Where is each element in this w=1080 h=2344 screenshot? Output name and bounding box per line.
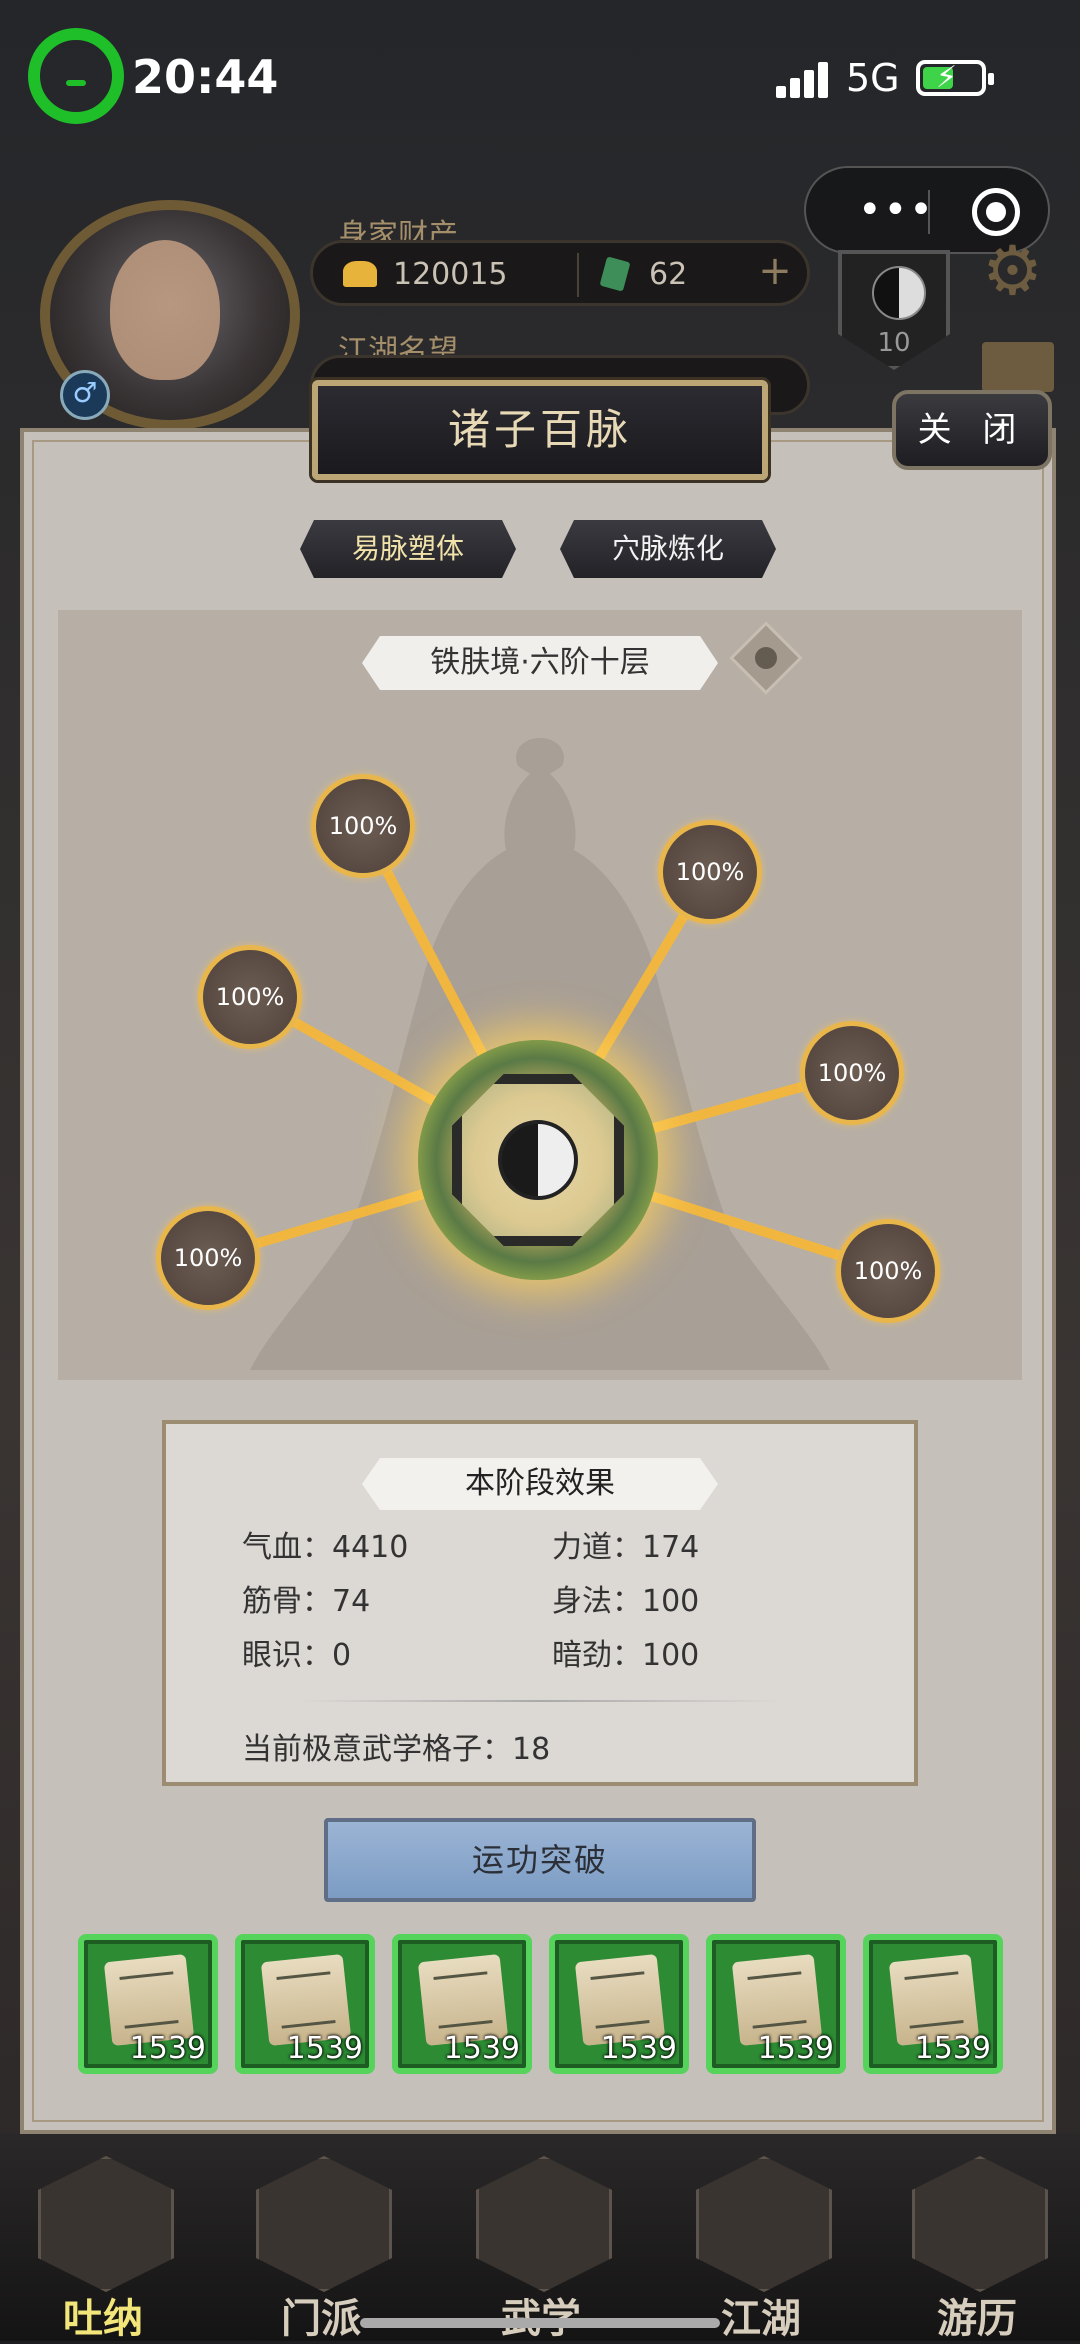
scroll-item[interactable]: 1539 [235, 1934, 375, 2074]
nav-sect[interactable]: 门派 [246, 2146, 396, 2342]
stat-qixue: 气血：4410 [242, 1530, 409, 1565]
panel-title-plate: 诸子百脉 [312, 380, 768, 480]
stat-jingu: 筋骨：74 [242, 1584, 371, 1619]
mail-icon[interactable] [982, 342, 1054, 392]
tab-body-remold[interactable]: 易脉塑体 [300, 520, 516, 578]
bagua-orb[interactable] [418, 1040, 658, 1280]
taiji-icon [872, 266, 926, 320]
close-button[interactable]: 关 闭 [892, 390, 1052, 470]
meridian-node[interactable]: 100% [658, 820, 762, 924]
sect-banner-icon [256, 2156, 392, 2292]
gear-icon[interactable]: ⚙ [982, 232, 1043, 311]
add-currency-button[interactable]: + [753, 249, 797, 293]
effect-title: 本阶段效果 [362, 1458, 718, 1510]
nav-travel[interactable]: 游历 [902, 2146, 1052, 2342]
straw-hat-icon [696, 2156, 832, 2292]
scroll-item[interactable]: 1539 [706, 1934, 846, 2074]
exit-target-icon[interactable] [972, 188, 1020, 236]
horse-icon [912, 2156, 1048, 2292]
tab-acupoint-refine[interactable]: 穴脉炼化 [560, 520, 776, 578]
recording-indicator-icon [28, 28, 124, 124]
signal-icon [776, 60, 836, 98]
panel-title: 诸子百脉 [447, 405, 632, 454]
nav-martial-arts[interactable]: 武学 [466, 2146, 616, 2342]
home-indicator[interactable] [360, 2318, 720, 2328]
jade-amount: 62 [649, 257, 688, 292]
stat-yanshi: 眼识：0 [242, 1638, 352, 1673]
male-gender-icon: ♂ [60, 370, 110, 420]
meridian-node[interactable]: 100% [800, 1021, 904, 1125]
breakthrough-button[interactable]: 运功突破 [324, 1818, 756, 1902]
meditation-icon [38, 2156, 174, 2292]
gold-ingot-icon [343, 261, 377, 287]
nav-tuna[interactable]: 吐纳 [28, 2146, 178, 2342]
meridian-node[interactable]: 100% [198, 945, 302, 1049]
bottom-navigation: 吐纳 门派 武学 江湖 游历 [0, 2134, 1080, 2342]
meridian-node[interactable]: 100% [156, 1206, 260, 1310]
resource-bar: 120015 62 + [310, 240, 810, 306]
scroll-item[interactable]: 1539 [863, 1934, 1003, 2074]
scroll-item[interactable]: 1539 [78, 1934, 218, 2074]
nav-jianghu[interactable]: 江湖 [686, 2146, 836, 2342]
stage-name: 铁肤境·六阶十层 [362, 636, 718, 690]
network-type: 5G [846, 56, 900, 100]
stat-lidao: 力道：174 [552, 1530, 700, 1565]
books-icon [476, 2156, 612, 2292]
stat-anjin: 暗劲：100 [552, 1638, 700, 1673]
item-row: 1539 1539 1539 1539 1539 1539 [78, 1934, 1006, 2074]
meridian-node[interactable]: 100% [311, 774, 415, 878]
more-options-icon[interactable]: ••• [858, 190, 935, 230]
gold-amount: 120015 [393, 257, 508, 292]
battery-icon: ⚡ [916, 60, 994, 96]
stat-shenfa: 身法：100 [552, 1584, 700, 1619]
martial-grid-count: 当前极意武学格子：18 [242, 1732, 551, 1767]
divider [300, 1700, 780, 1702]
scroll-item[interactable]: 1539 [392, 1934, 532, 2074]
status-bar: 20:44 5G ⚡ [0, 0, 1080, 150]
clock: 20:44 [132, 50, 279, 104]
jade-icon [599, 256, 631, 292]
meridian-node[interactable]: 100% [836, 1219, 940, 1323]
scroll-item[interactable]: 1539 [549, 1934, 689, 2074]
yin-yang-icon [498, 1120, 578, 1200]
